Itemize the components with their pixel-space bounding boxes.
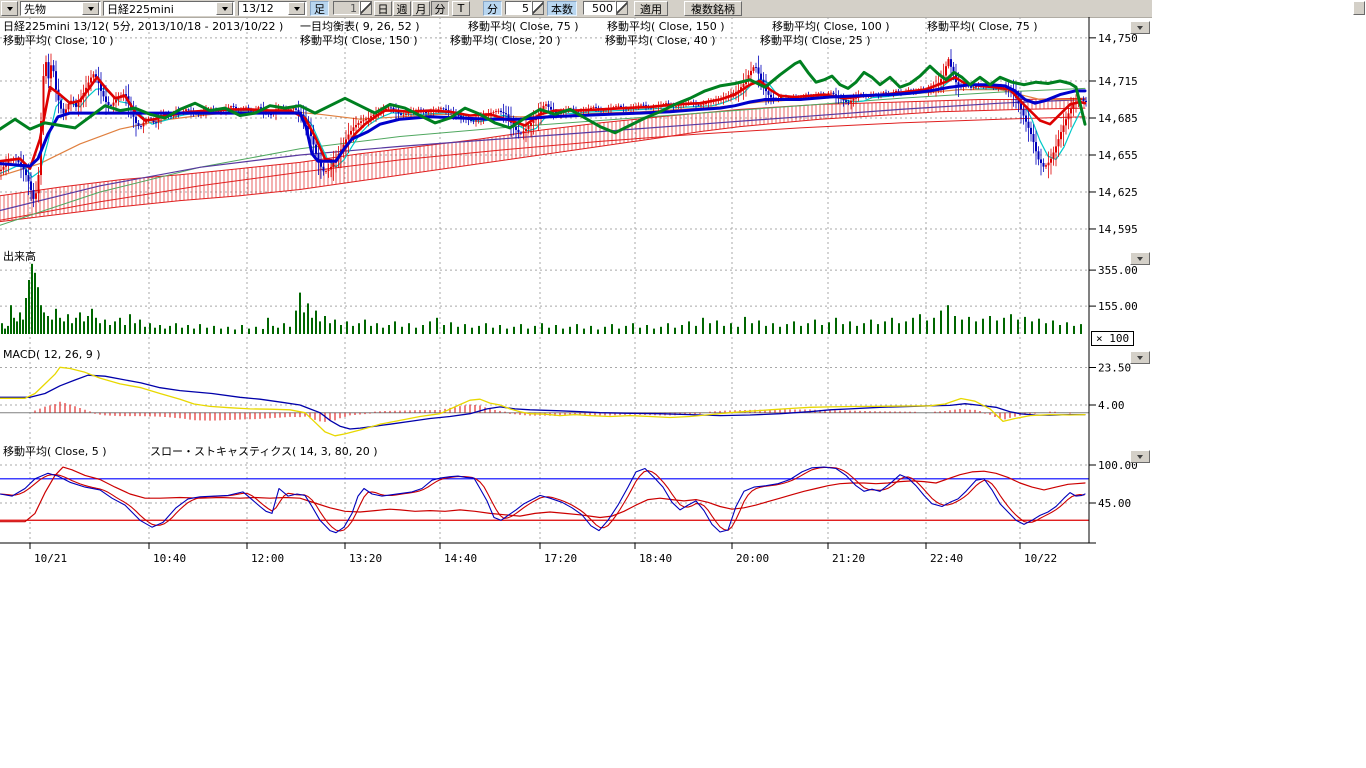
ma150-label: 移動平均( Close, 150 ) <box>607 21 725 33</box>
svg-text:20:00: 20:00 <box>736 552 769 565</box>
svg-text:23.50: 23.50 <box>1098 362 1131 375</box>
chart-title: 日経225mini 13/12( 5分, 2013/10/18 - 2013/1… <box>3 21 283 33</box>
chevron-down-icon <box>1137 455 1143 459</box>
chevron-down-icon <box>1137 257 1143 261</box>
svg-text:14:40: 14:40 <box>444 552 477 565</box>
ma100-label: 移動平均( Close, 100 ) <box>772 21 890 33</box>
ma20-label: 移動平均( Close, 20 ) <box>450 35 561 47</box>
svg-text:10:40: 10:40 <box>153 552 186 565</box>
svg-text:13:20: 13:20 <box>349 552 382 565</box>
ma10-label: 移動平均( Close, 10 ) <box>3 35 114 47</box>
svg-text:14,655: 14,655 <box>1098 149 1138 162</box>
ichimoku-label: 一目均衡表( 9, 26, 52 ) <box>300 21 420 33</box>
stochastics-label: スロー・ストキャスティクス( 14, 3, 80, 20 ) <box>150 446 378 458</box>
ma75b-label: 移動平均( Close, 75 ) <box>927 21 1038 33</box>
chart-canvas[interactable]: 14,75014,71514,68514,65514,62514,595355.… <box>0 0 1366 768</box>
chart-application: 14,75014,71514,68514,65514,62514,595355.… <box>0 0 1366 768</box>
stoch-panel-dropdown-button[interactable] <box>1130 450 1150 463</box>
svg-text:12:00: 12:00 <box>251 552 284 565</box>
svg-text:14,715: 14,715 <box>1098 75 1138 88</box>
ma150b-label: 移動平均( Close, 150 ) <box>300 35 418 47</box>
svg-text:4.00: 4.00 <box>1098 399 1125 412</box>
stoch-ma-label: 移動平均( Close, 5 ) <box>3 446 107 458</box>
svg-text:17:20: 17:20 <box>544 552 577 565</box>
ma40-label: 移動平均( Close, 40 ) <box>605 35 716 47</box>
svg-text:10/22: 10/22 <box>1024 552 1057 565</box>
svg-text:155.00: 155.00 <box>1098 300 1138 313</box>
svg-text:18:40: 18:40 <box>639 552 672 565</box>
volume-panel-dropdown-button[interactable] <box>1130 252 1150 265</box>
svg-text:14,625: 14,625 <box>1098 186 1138 199</box>
chevron-down-icon <box>1137 356 1143 360</box>
price-panel-dropdown-button[interactable] <box>1130 21 1150 34</box>
chevron-down-icon <box>1137 26 1143 30</box>
svg-text:14,595: 14,595 <box>1098 223 1138 236</box>
macd-panel-label: MACD( 12, 26, 9 ) <box>3 349 101 361</box>
svg-text:14,685: 14,685 <box>1098 112 1138 125</box>
volume-panel-label: 出来高 <box>3 251 36 263</box>
svg-text:21:20: 21:20 <box>832 552 865 565</box>
svg-text:45.00: 45.00 <box>1098 497 1131 510</box>
svg-text:355.00: 355.00 <box>1098 264 1138 277</box>
ma75-label: 移動平均( Close, 75 ) <box>468 21 579 33</box>
macd-panel-dropdown-button[interactable] <box>1130 351 1150 364</box>
volume-multiplier-badge: × 100 <box>1091 331 1134 346</box>
svg-text:10/21: 10/21 <box>34 552 67 565</box>
ma25-label: 移動平均( Close, 25 ) <box>760 35 871 47</box>
svg-text:22:40: 22:40 <box>930 552 963 565</box>
